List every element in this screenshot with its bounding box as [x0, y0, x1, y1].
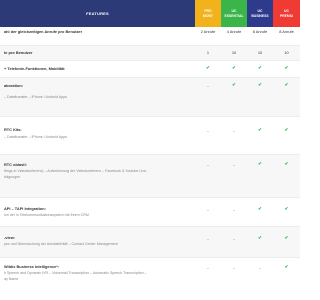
plan-value: 1 [206, 50, 210, 55]
feature-description: yse und Überwachung der Anrufaktivität –… [4, 242, 118, 246]
plan-cell: 10 [247, 46, 273, 60]
plan-header-pro: PRO MONT [195, 0, 221, 27]
dash-icon: – [206, 83, 210, 88]
feature-cell: RTC oblast!: ttings in Videokonferenz) –… [0, 155, 195, 197]
check-icon: ✔ [258, 65, 262, 70]
table-row: -view: yse und Überwachung der Anrufakti… [0, 227, 300, 258]
table-row: te pro Benutzer 1 10 10 10 [0, 46, 300, 61]
dash-icon: – [232, 128, 236, 133]
feature-cell: + Telefonie-Funktionen, Mobilität [0, 61, 195, 77]
plan-header-line: ESSENTIAL [224, 13, 244, 18]
plan-cell: 1 [195, 46, 221, 60]
table-body: ahl der gleichzeitigen Anrufe pro Benutz… [0, 27, 300, 298]
feature-description: ttings in Videokonferenz) – Aufzeichnung… [4, 169, 148, 180]
plan-value: 8 Anrufe [279, 29, 294, 34]
check-icon: ✔ [284, 235, 289, 240]
plan-header-uc-premium: UC PREMIU [273, 0, 300, 27]
dash-icon: – [206, 207, 210, 212]
check-icon: ✔ [284, 127, 289, 132]
feature-cell: Wildix Business Intelligence*: h Speech … [0, 258, 195, 298]
plan-value: 10 [231, 50, 237, 55]
plan-header-line: MONT [203, 13, 213, 18]
plan-value: 4 Anrufe [226, 29, 242, 34]
feature-description: – Dateitransfer – iPhone / Android Apps [4, 135, 67, 139]
pricing-comparison-table: FEATURES PRO MONT UC ESSENTIAL UC BUSINE… [0, 0, 300, 300]
check-icon: ✔ [284, 264, 289, 269]
features-column-header: FEATURES [0, 0, 195, 27]
plan-value: 10 [257, 50, 263, 55]
feature-title: RTC Kits: [4, 127, 22, 132]
plan-header-uc-essential: UC ESSENTIAL [221, 0, 247, 27]
plan-value: 2 Anrufe [200, 29, 216, 34]
table-row: aboration: – Dateitransfer – iPhone / An… [0, 78, 300, 117]
plan-header-line: BUSINESS [251, 13, 269, 18]
feature-title: + Telefonie-Funktionen, Mobilität [4, 66, 65, 71]
feature-description: h Speech and Dynamic IVR – Voicemail Tra… [4, 271, 147, 282]
plan-cell: 2 Anrufe [195, 27, 221, 45]
feature-cell: ahl der gleichzeitigen Anrufe pro Benutz… [0, 27, 195, 45]
plan-cell: 4 Anrufe [221, 27, 247, 45]
check-icon: ✔ [206, 65, 210, 70]
feature-title: te pro Benutzer [4, 50, 33, 55]
feature-cell: te pro Benutzer [0, 46, 195, 60]
feature-description: – Dateitransfer – iPhone / Android Apps [4, 95, 67, 99]
check-icon: ✔ [258, 82, 262, 87]
feature-cell: aboration: – Dateitransfer – iPhone / An… [0, 78, 195, 116]
table-row: ahl der gleichzeitigen Anrufe pro Benutz… [0, 27, 300, 46]
plan-cell: 10 [273, 46, 300, 60]
check-icon: ✔ [258, 235, 262, 240]
plan-header-uc-business: UC BUSINESS [247, 0, 273, 27]
plan-cell: 6 Anrufe [247, 27, 273, 45]
check-icon: ✔ [232, 65, 236, 70]
dash-icon: – [206, 236, 210, 241]
check-icon: ✔ [258, 206, 262, 211]
dash-icon: – [232, 207, 236, 212]
table-row: Wildix Business Intelligence*: h Speech … [0, 258, 300, 298]
plan-header-line: PREMIU [279, 13, 294, 18]
plan-value: 10 [284, 50, 289, 55]
check-icon: ✔ [284, 65, 289, 70]
feature-title: ahl der gleichzeitigen Anrufe pro Benutz… [4, 29, 83, 34]
dash-icon: – [258, 265, 262, 270]
check-icon: ✔ [284, 161, 289, 166]
table-header: FEATURES PRO MONT UC ESSENTIAL UC BUSINE… [0, 0, 300, 27]
dash-icon: – [206, 162, 210, 167]
check-icon: ✔ [284, 206, 289, 211]
feature-title: aboration: [4, 83, 24, 88]
check-icon: ✔ [284, 82, 289, 87]
table-row: RTC oblast!: ttings in Videokonferenz) –… [0, 155, 300, 198]
plan-cell: 8 Anrufe [273, 27, 300, 45]
table-row: API – TAPI Integration: ion der in Telek… [0, 198, 300, 227]
plan-value: 6 Anrufe [252, 29, 268, 34]
dash-icon: – [206, 128, 210, 133]
table-row: RTC Kits: – Dateitransfer – iPhone / And… [0, 117, 300, 155]
dash-icon: – [232, 265, 236, 270]
dash-icon: – [206, 265, 210, 270]
table-row: + Telefonie-Funktionen, Mobilität ✔ ✔ ✔ … [0, 61, 300, 78]
feature-cell: API – TAPI Integration: ion der in Telek… [0, 198, 195, 226]
plan-cell: 10 [221, 46, 247, 60]
check-icon: ✔ [232, 82, 236, 87]
feature-description: ion der in Telekommunikationssystem mit … [4, 213, 89, 217]
feature-cell: -view: yse und Überwachung der Anrufakti… [0, 227, 195, 257]
check-icon: ✔ [258, 161, 262, 166]
dash-icon: – [232, 236, 236, 241]
check-icon: ✔ [258, 127, 262, 132]
feature-cell: RTC Kits: – Dateitransfer – iPhone / And… [0, 117, 195, 154]
dash-icon: – [232, 162, 236, 167]
